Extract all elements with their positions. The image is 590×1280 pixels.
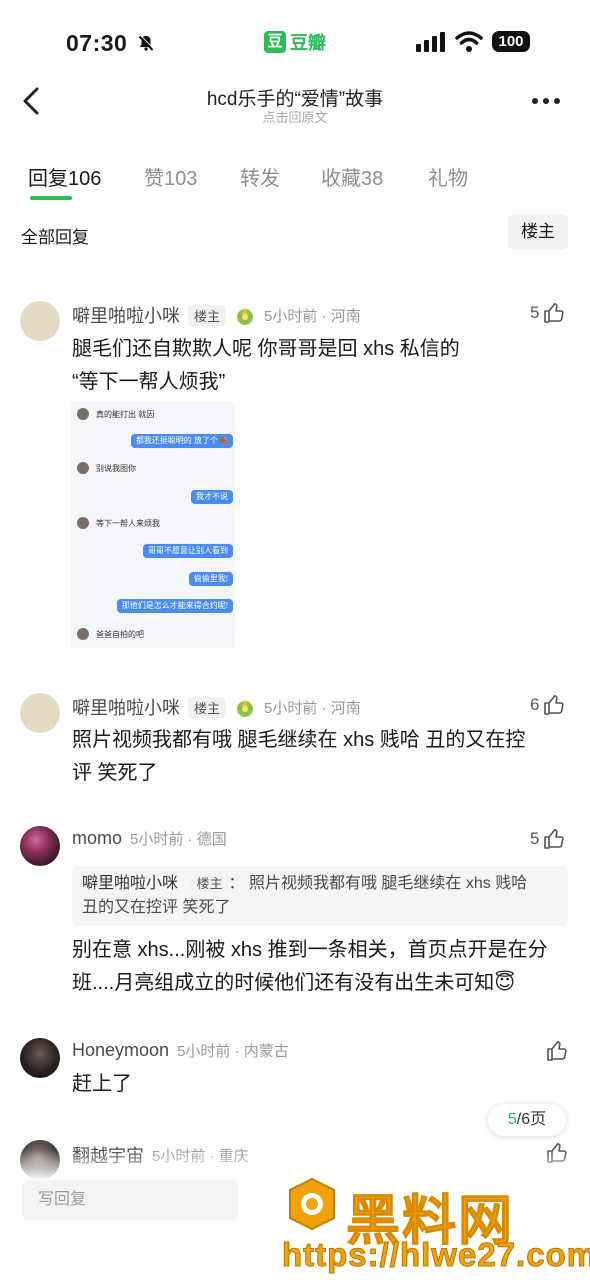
tab-gifts[interactable]: 礼物 [428,162,468,191]
status-time: 07:30 [66,30,128,56]
lamp-badge-icon [237,699,254,717]
chat-bubble: 偷偷里我! [188,572,233,586]
chat-avatar [77,517,89,529]
chat-bubble: 别说我图你 [96,464,136,473]
quoted-text: 丑的又在控评 笑死了 [82,899,231,916]
owner-badge: 楼主 [190,875,229,892]
chat-bubble: 那他们是怎么才能来得合约呢! [116,599,233,613]
more-options-icon[interactable] [532,98,560,104]
like-count: 5 [530,829,540,848]
username[interactable]: Honeymoon [72,1040,169,1061]
tab-replies[interactable]: 回复106 [28,162,101,191]
thumbs-up-icon [547,1041,567,1061]
chat-avatar [77,408,89,420]
tab-collections[interactable]: 收藏38 [321,162,383,191]
like-count: 5 [530,303,540,322]
chat-bubble: 都我还挺聪明的 放了个🍂 [130,434,233,448]
time-location: 5小时前 · 河南 [264,307,361,325]
avatar[interactable] [20,693,60,733]
owner-badge: 楼主 [188,696,227,718]
time-location: 5小时前 · 河南 [264,699,361,717]
thumbs-up-icon [544,303,565,323]
owner-only-filter-button[interactable]: 楼主 [508,214,568,250]
comment-meta: momo 5小时前 · 德国 [72,828,227,849]
time-location: 5小时前 · 内蒙古 [177,1043,289,1060]
avatar[interactable] [20,1038,60,1078]
page-indicator[interactable]: 5/6页 [488,1104,566,1136]
chat-bubble: 爸爸自拍的吧 [96,630,144,639]
all-replies-label: 全部回复 [21,228,89,247]
comment-meta: 噼里啪啦小咪 楼主 5小时前 · 河南 [72,694,361,720]
wifi-icon [455,31,483,52]
chat-bubble: 真的能打出 就因 [96,410,155,419]
thumbs-up-icon [544,829,565,849]
active-tab-indicator [30,196,72,200]
comment-text: 腿毛们还自欺欺人呢 你哥哥是回 xhs 私信的 “等下一帮人烦我” [72,338,460,393]
app-name: 豆瓣 [290,32,326,53]
comment-text: 照片视频我都有哦 腿毛继续在 xhs 贱哈 丑的又在控 评 笑死了 [72,729,526,784]
watermark-logo-icon [289,1177,335,1231]
douban-logo-icon: 豆 [264,30,286,53]
like-count: 6 [530,695,540,714]
time-location: 5小时前 · 德国 [130,831,227,848]
comment-text: 赶上了 [72,1073,132,1095]
like-button[interactable]: 6 [530,694,565,716]
avatar[interactable] [20,826,60,866]
username[interactable]: 噼里啪啦小咪 [72,694,180,720]
tab-reposts[interactable]: 转发 [240,162,280,191]
mute-bell-icon [138,35,154,51]
like-button[interactable]: 5 [530,828,565,850]
chat-bubble: 我才不说 [191,490,233,504]
like-button[interactable]: 5 [530,302,565,324]
comment-meta: Honeymoon 5小时前 · 内蒙古 [72,1040,289,1061]
like-button[interactable] [546,1040,568,1062]
quoted-reply[interactable]: 噼里啪啦小咪 楼主： 照片视频我都有哦 腿毛继续在 xhs 贱哈 丑的又在控评 … [72,866,568,926]
reply-input[interactable]: 写回复 [22,1180,238,1220]
avatar[interactable] [20,301,60,341]
owner-badge: 楼主 [188,304,227,326]
comment-meta: 噼里啪啦小咪 楼主 5小时前 · 河南 [72,302,361,328]
thumbs-up-icon [544,695,565,715]
chat-bubble: 哥哥不愿意让别人看到 [143,544,233,558]
app-badge[interactable]: 豆 豆瓣 [264,29,326,54]
back-to-original-link[interactable]: 点击回原文 [0,107,590,126]
chat-avatar [77,628,89,640]
signal-icon [416,32,445,52]
quoted-text: 照片视频我都有哦 腿毛继续在 xhs 贱哈 [248,875,528,892]
lamp-badge-icon [237,307,254,325]
chat-bubble: 等下一帮人来烦我 [96,519,160,528]
quoted-username: 噼里啪啦小咪 [82,875,179,892]
battery-indicator: 100 [492,31,530,52]
chat-avatar [77,462,89,474]
username[interactable]: 噼里啪啦小咪 [72,302,180,328]
chat-screenshot-image[interactable]: 真的能打出 就因 都我还挺聪明的 放了个🍂 别说我图你 我才不说 等下一帮人来烦… [71,402,235,648]
watermark-url: https://hlwe27.com [281,1236,590,1274]
tab-likes[interactable]: 赞103 [144,162,197,191]
username[interactable]: momo [72,828,122,849]
comment-text: 别在意 xhs...刚被 xhs 推到一条相关，首页点开是在分 班....月亮组… [72,939,548,994]
